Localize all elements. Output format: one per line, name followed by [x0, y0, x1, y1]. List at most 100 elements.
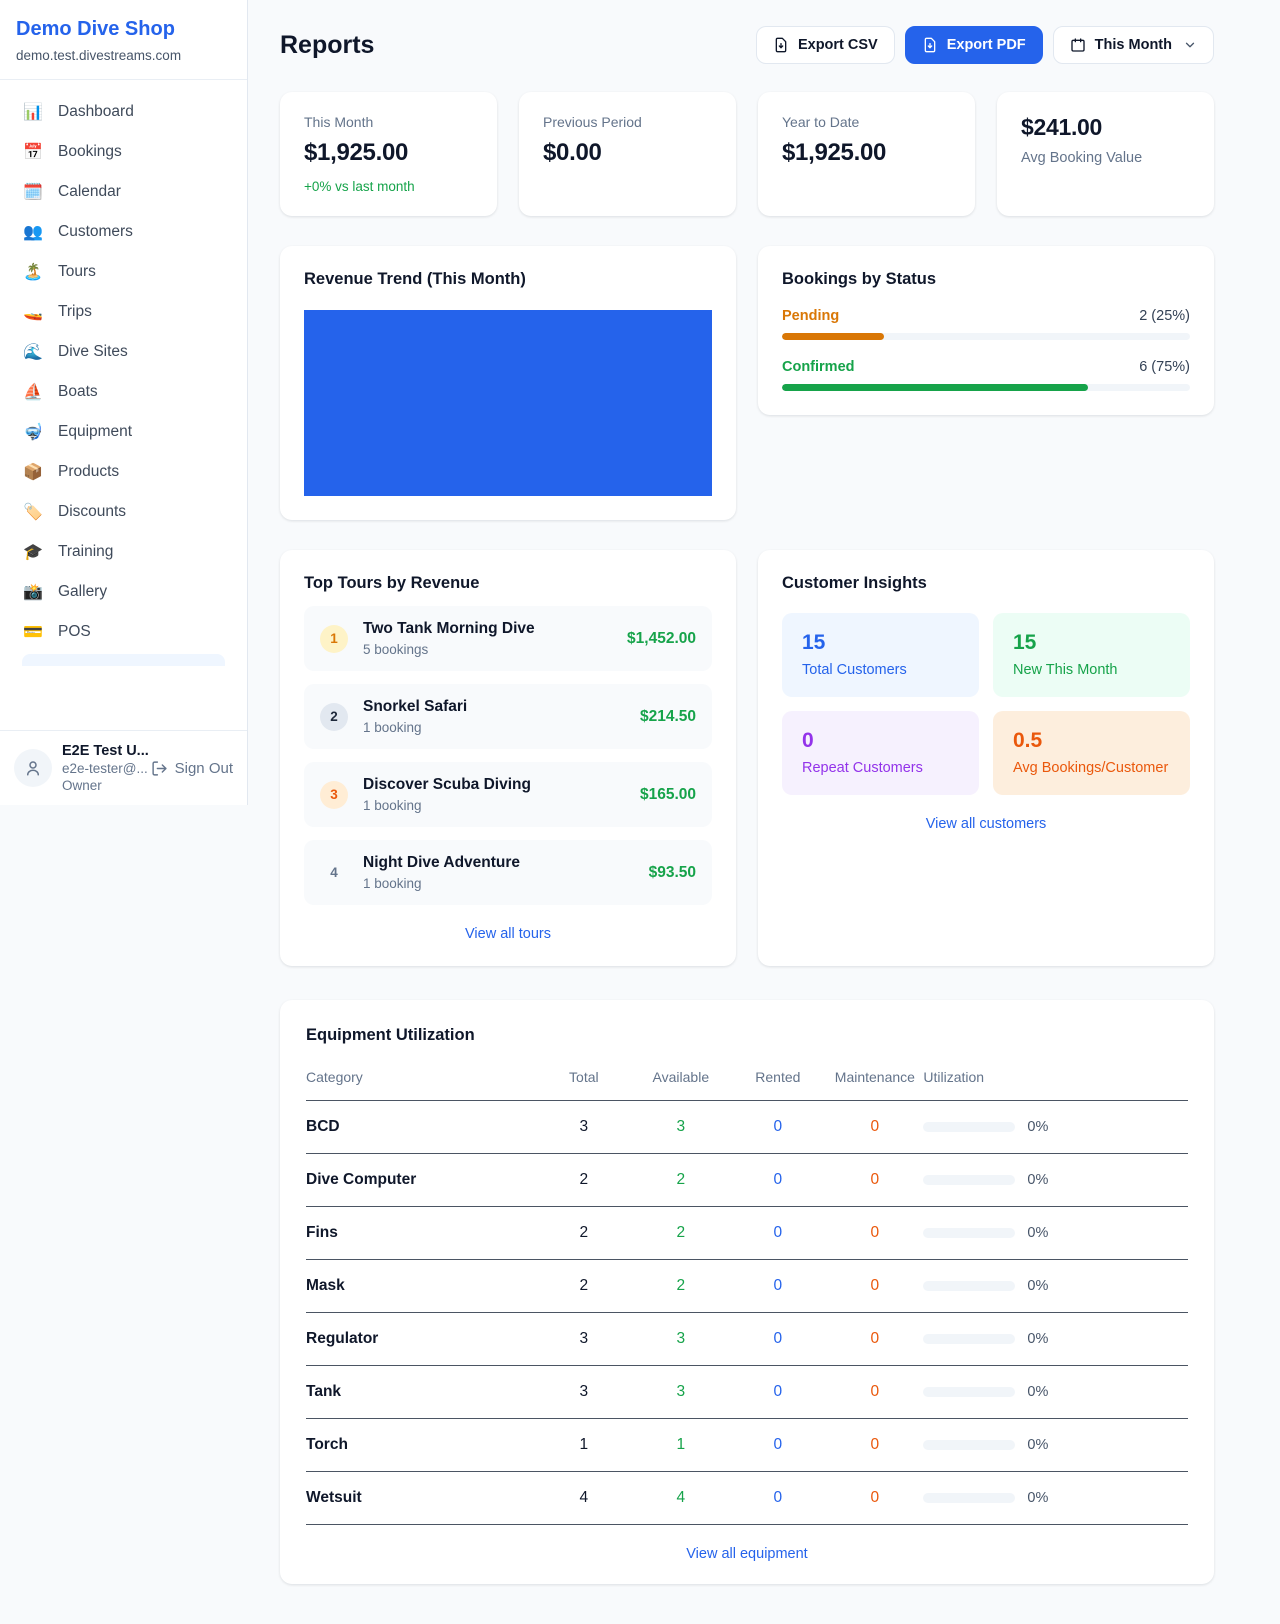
sidebar-item-label: Dive Sites: [58, 343, 128, 361]
sidebar-item[interactable]: 🤿 Equipment: [12, 412, 235, 452]
insight-label: Total Customers: [802, 662, 959, 678]
status-progress-fill: [782, 384, 1088, 391]
utilization-bar-track: [923, 1334, 1015, 1344]
revenue-trend-chart: [304, 310, 712, 496]
status-progress-track: [782, 384, 1190, 391]
equipment-total: 2: [535, 1154, 632, 1207]
export-csv-button[interactable]: Export CSV: [756, 26, 895, 64]
tour-bookings: 1 booking: [363, 798, 531, 813]
col-header-rented: Rented: [729, 1061, 826, 1101]
sidebar-item-label: Gallery: [58, 583, 107, 601]
utilization-bar-track: [923, 1281, 1015, 1291]
sidebar-item[interactable]: 🏝️ Tours: [12, 252, 235, 292]
tour-row: 4 Night Dive Adventure 1 booking $93.50: [304, 840, 712, 905]
sidebar-item[interactable]: 🌊 Dive Sites: [12, 332, 235, 372]
tour-name: Two Tank Morning Dive: [363, 620, 535, 638]
equipment-table-header: Category Total Available Rented Maintena…: [306, 1061, 1188, 1101]
equipment-maintenance: 0: [826, 1154, 923, 1207]
export-pdf-button[interactable]: Export PDF: [905, 26, 1043, 64]
equipment-rented: 0: [729, 1101, 826, 1154]
equipment-table: Category Total Available Rented Maintena…: [306, 1061, 1188, 1525]
sidebar-item[interactable]: 🏷️ Discounts: [12, 492, 235, 532]
sidebar-item[interactable]: 💳 POS: [12, 612, 235, 652]
equipment-category: Dive Computer: [306, 1154, 535, 1207]
view-all-tours-link[interactable]: View all tours: [304, 926, 712, 942]
utilization-bar-track: [923, 1440, 1015, 1450]
sidebar-item[interactable]: 📦 Products: [12, 452, 235, 492]
sidebar-header: Demo Dive Shop demo.test.divestreams.com: [0, 0, 247, 80]
chevron-down-icon: [1183, 38, 1197, 52]
sidebar-item-label: Customers: [58, 223, 133, 241]
tour-name: Discover Scuba Diving: [363, 776, 531, 794]
sidebar-item-reports-active-partial[interactable]: [22, 654, 225, 666]
avatar: [14, 749, 52, 787]
insight-label: Avg Bookings/Customer: [1013, 760, 1170, 776]
stat-value: $0.00: [543, 139, 712, 167]
sidebar-item[interactable]: 🗓️ Calendar: [12, 172, 235, 212]
equipment-row: Tank 3 3 0 0 0%: [306, 1366, 1188, 1419]
sidebar-item[interactable]: 🚤 Trips: [12, 292, 235, 332]
sidebar-item[interactable]: ⛵ Boats: [12, 372, 235, 412]
equipment-available: 3: [632, 1101, 729, 1154]
insight-label: Repeat Customers: [802, 760, 959, 776]
tour-rank-badge: 4: [320, 859, 348, 887]
calendar-icon: 🗓️: [22, 182, 44, 202]
equipment-available: 2: [632, 1260, 729, 1313]
utilization-bar-track: [923, 1387, 1015, 1397]
stat-label: Year to Date: [782, 114, 951, 130]
user-footer: E2E Test U... e2e-tester@... Owner Sign …: [0, 730, 247, 805]
status-count: 6 (75%): [1139, 359, 1190, 375]
status-label: Confirmed: [782, 359, 855, 375]
sign-out-label: Sign Out: [175, 760, 233, 777]
dashboard-icon: 📊: [22, 102, 44, 122]
equipment-total: 4: [535, 1472, 632, 1525]
bookings-icon: 📅: [22, 142, 44, 162]
training-icon: 🎓: [22, 542, 44, 562]
sidebar-item-label: Discounts: [58, 503, 126, 521]
sidebar-item[interactable]: 👥 Customers: [12, 212, 235, 252]
sidebar-item[interactable]: 🎓 Training: [12, 532, 235, 572]
equipment-available: 4: [632, 1472, 729, 1525]
stats-row: This Month $1,925.00 +0% vs last month P…: [280, 92, 1214, 216]
shop-name: Demo Dive Shop: [16, 18, 231, 41]
equipment-row: Wetsuit 4 4 0 0 0%: [306, 1472, 1188, 1525]
status-progress-fill: [782, 333, 884, 340]
utilization-bar-track: [923, 1122, 1015, 1132]
period-dropdown[interactable]: This Month: [1053, 26, 1214, 64]
stat-card-year-to-date: Year to Date $1,925.00: [758, 92, 975, 216]
utilization-percent: 0%: [1027, 1331, 1048, 1347]
tour-amount: $214.50: [640, 708, 696, 726]
sign-out-button[interactable]: Sign Out: [151, 760, 233, 777]
stat-delta: +0% vs last month: [304, 179, 473, 194]
sidebar-item[interactable]: 📸 Gallery: [12, 572, 235, 612]
tour-row: 3 Discover Scuba Diving 1 booking $165.0…: [304, 762, 712, 827]
shop-domain: demo.test.divestreams.com: [16, 48, 231, 63]
col-header-category: Category: [306, 1061, 535, 1101]
user-email: e2e-tester@...: [62, 761, 141, 776]
stat-label: Avg Booking Value: [1021, 150, 1190, 166]
equipment-category: Torch: [306, 1419, 535, 1472]
tour-amount: $1,452.00: [627, 630, 696, 648]
sidebar-nav: 📊 Dashboard 📅 Bookings 🗓️ Calendar 👥 Cus…: [0, 80, 247, 730]
equipment-total: 2: [535, 1260, 632, 1313]
equipment-total: 1: [535, 1419, 632, 1472]
products-icon: 📦: [22, 462, 44, 482]
sidebar-item[interactable]: 📅 Bookings: [12, 132, 235, 172]
insight-value: 15: [1013, 631, 1170, 655]
charts-row: Revenue Trend (This Month) Bookings by S…: [280, 246, 1214, 520]
bookings-by-status-title: Bookings by Status: [782, 270, 1190, 289]
stat-card-previous-period: Previous Period $0.00: [519, 92, 736, 216]
pos-icon: 💳: [22, 622, 44, 642]
equipment-category: Mask: [306, 1260, 535, 1313]
stat-card-avg-booking-value: $241.00 Avg Booking Value: [997, 92, 1214, 216]
equipment-rented: 0: [729, 1472, 826, 1525]
insight-value: 15: [802, 631, 959, 655]
view-all-equipment-link[interactable]: View all equipment: [306, 1546, 1188, 1562]
sidebar-item[interactable]: 📊 Dashboard: [12, 92, 235, 132]
tour-rank-badge: 1: [320, 625, 348, 653]
sidebar-item-label: Bookings: [58, 143, 122, 161]
insight-label: New This Month: [1013, 662, 1170, 678]
equipment-available: 1: [632, 1419, 729, 1472]
view-all-customers-link[interactable]: View all customers: [782, 816, 1190, 832]
equipment-category: Wetsuit: [306, 1472, 535, 1525]
